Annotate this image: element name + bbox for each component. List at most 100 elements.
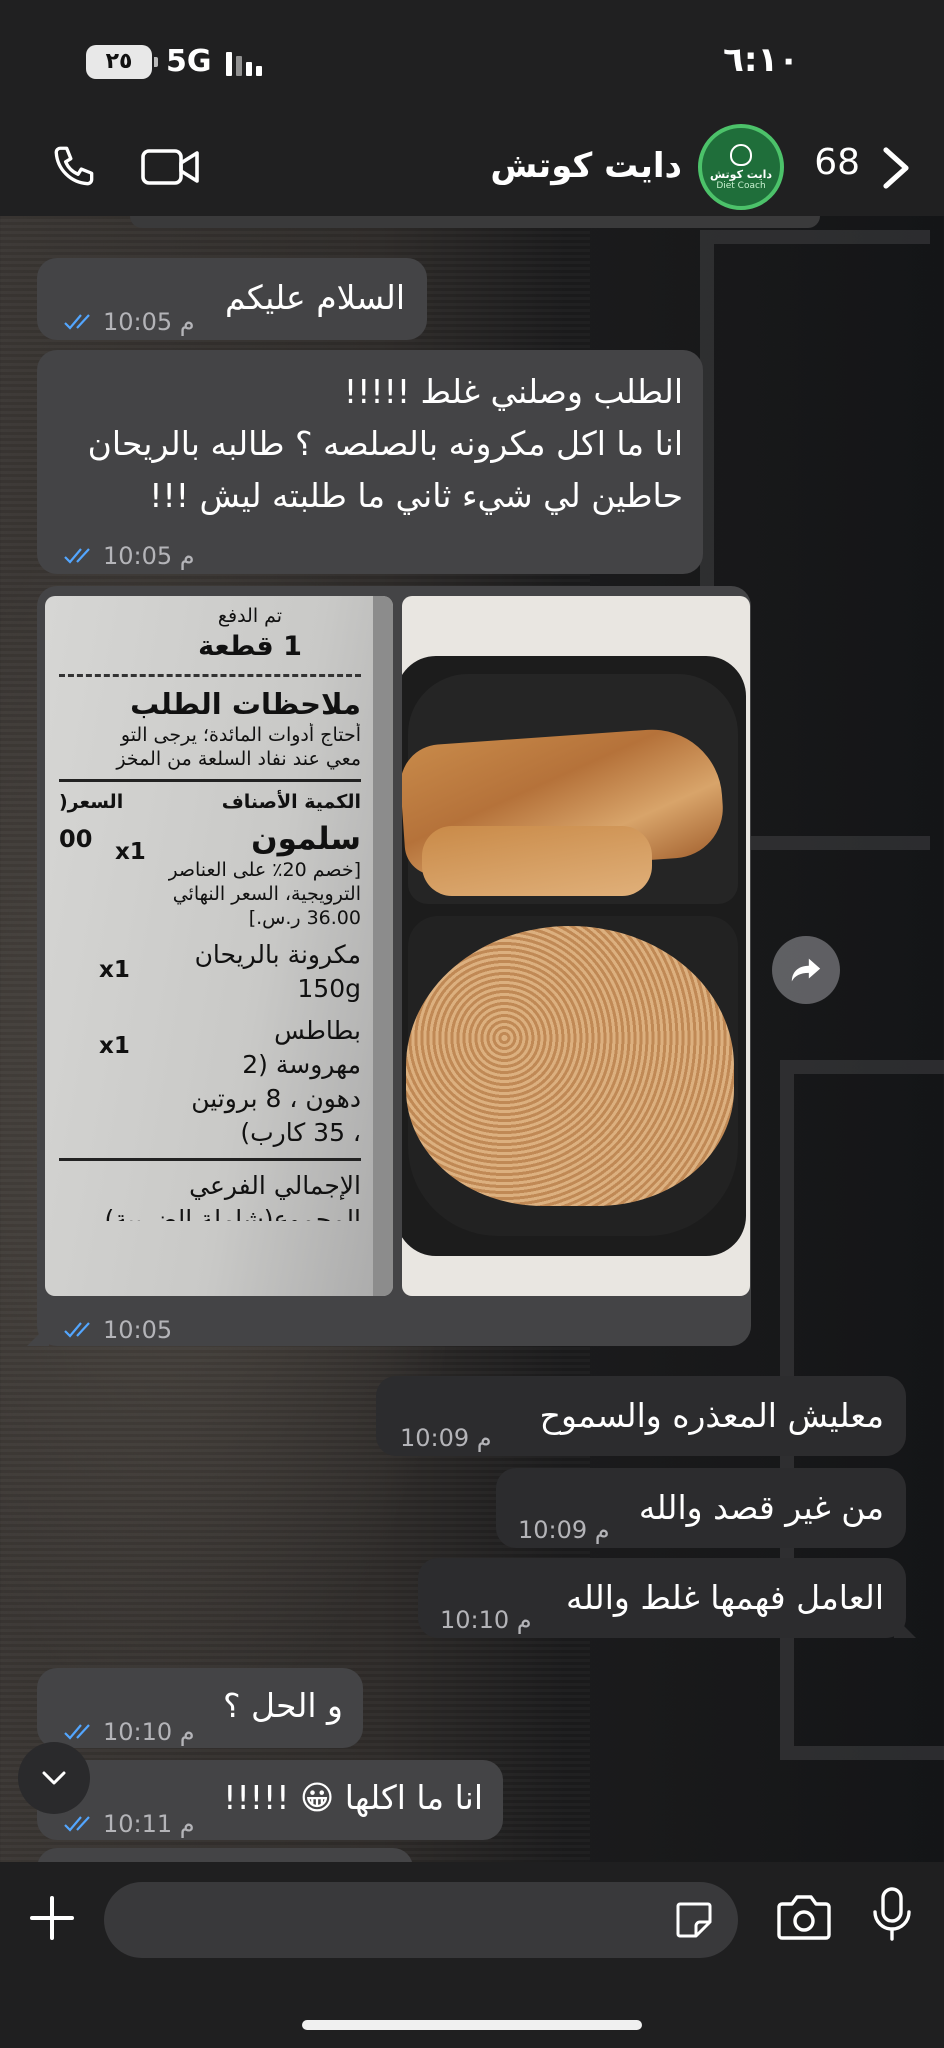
signal-icon: [225, 48, 262, 76]
food-photo[interactable]: [402, 596, 750, 1296]
home-indicator[interactable]: [302, 2020, 642, 2030]
read-ticks-icon: [64, 548, 90, 564]
receipt-notes-line: معي عند نفاد السلعة من المخز: [116, 748, 361, 770]
back-chevron-icon[interactable]: [876, 144, 916, 192]
message-time: 10:10 م: [103, 1718, 195, 1746]
message-text: من غير قصد والله: [638, 1488, 884, 1527]
receipt-item-name: مكرونة بالريحان: [194, 940, 361, 969]
message-input-container[interactable]: [104, 1882, 738, 1958]
receipt-divider: [59, 1158, 361, 1161]
contact-name[interactable]: دايت كوتش: [490, 146, 682, 186]
message-line: حاطين لي شيء ثاني ما طلبته ليش !!!: [149, 476, 683, 515]
message-time: 10:05 م: [103, 308, 195, 336]
receipt-item-name: سلمون: [251, 821, 361, 857]
photo-album-bubble[interactable]: تم الدفع 1 قطعة ملاحظات الطلب أحتاج أدوا…: [27, 586, 751, 1346]
message-time: 10:05 م: [103, 542, 195, 570]
share-icon[interactable]: [772, 936, 840, 1004]
message-text: معليش المعذره والسموح: [539, 1396, 884, 1435]
receipt-notes-line: أحتاج أدوات المائدة؛ يرجى التو: [120, 724, 361, 746]
battery-icon: ٢٥: [86, 44, 158, 79]
receipt-item-qty: x1: [99, 957, 130, 983]
receipt-item: مكرونة بالريحان 150g x1: [59, 938, 361, 1006]
message-text: و الحل ؟: [223, 1686, 343, 1725]
receipt-divider: [59, 674, 361, 677]
receipt-item-note: 36.00 ر.س.]: [248, 907, 361, 929]
chat-header: دايت كوتش دايت كوتش Diet Coach 68: [0, 120, 944, 216]
receipt-subtotal: الإجمالي الفرعي: [189, 1171, 361, 1200]
call-icon[interactable]: [48, 140, 102, 194]
message-meta: 10:05: [63, 1304, 172, 1356]
message-meta: 10:09 م: [400, 1412, 492, 1464]
read-ticks-icon: [64, 1724, 90, 1740]
status-bar: ٢٥ 5G ٦:١٠: [0, 0, 944, 120]
message-time: 10:10 م: [440, 1606, 532, 1634]
receipt-photo-background: [373, 596, 393, 1296]
chevron-down-icon[interactable]: [18, 1742, 90, 1814]
message-time: 10:11 م: [103, 1810, 195, 1838]
receipt-pieces: 1 قطعة: [198, 631, 302, 662]
video-icon[interactable]: [140, 140, 202, 194]
avatar-logo-subtext: Diet Coach: [716, 180, 766, 191]
receipt-item-name: دهون ، 8 بروتين: [191, 1084, 361, 1113]
message-text: انا ما اكلها 😀 !!!!!: [223, 1778, 483, 1817]
receipt-item-note: [خصم 20٪ على العناصر: [168, 859, 361, 881]
message-bubble-incoming[interactable]: السلام عليكم 10:05 م: [37, 258, 427, 340]
receipt-content: تم الدفع 1 قطعة ملاحظات الطلب أحتاج أدوا…: [45, 596, 375, 1296]
receipt-col-price: السعر(: [59, 791, 124, 813]
receipt-photo[interactable]: تم الدفع 1 قطعة ملاحظات الطلب أحتاج أدوا…: [45, 596, 393, 1296]
message-meta: 10:09 م: [518, 1504, 610, 1556]
receipt-paid: تم الدفع: [217, 605, 283, 627]
message-line: الطلب وصلني غلط !!!!!: [343, 372, 683, 411]
message-bubble-incoming[interactable]: الطلب وصلني غلط !!!!! انا ما اكل مكرونه …: [37, 350, 703, 574]
pinned-message-strip[interactable]: [130, 216, 820, 228]
receipt-item-name: بطاطس: [274, 1016, 361, 1045]
receipt-item: سلمون [خصم 20٪ على العناصر الترويجية، ال…: [59, 820, 361, 930]
avatar-logo-text: دايت كوتش: [710, 167, 772, 181]
unread-count[interactable]: 68: [814, 142, 860, 183]
salmon-fillet: [422, 826, 652, 896]
receipt-item-name: ، 35 كارب): [240, 1118, 361, 1147]
message-text: السلام عليكم: [224, 278, 405, 317]
message-time: 10:09 م: [518, 1516, 610, 1544]
plus-icon[interactable]: [26, 1892, 78, 1944]
receipt-item-size: 150g: [297, 974, 361, 1003]
message-meta: 10:05 م: [63, 296, 195, 348]
message-bubble-outgoing[interactable]: معليش المعذره والسموح 10:09 م: [376, 1376, 906, 1456]
mic-icon[interactable]: [870, 1886, 914, 1942]
message-line: انا ما اكل مكرونه بالصلصه ؟ طالبه بالريح…: [87, 424, 683, 463]
receipt-item-qty: x1: [99, 1033, 130, 1059]
message-meta: 10:05 م: [63, 530, 195, 582]
read-ticks-icon: [64, 1322, 90, 1338]
receipt-item-name: مهروسة (2: [242, 1050, 361, 1079]
status-indicators: ٢٥ 5G: [86, 44, 262, 79]
receipt-total: المجموع(شاملة الضريبة): [104, 1205, 361, 1221]
receipt-item-price: 00: [59, 825, 93, 853]
message-meta: 10:10 م: [440, 1594, 532, 1646]
receipt-notes-title: ملاحظات الطلب: [130, 687, 361, 721]
receipt-divider: [59, 779, 361, 782]
message-bubble-outgoing[interactable]: العامل فهمها غلط والله 10:10 م: [418, 1558, 916, 1638]
receipt-item-qty: x1: [114, 839, 146, 865]
message-bubble-outgoing[interactable]: من غير قصد والله 10:09 م: [496, 1468, 906, 1548]
message-text: الطلب وصلني غلط !!!!! انا ما اكل مكرونه …: [88, 366, 683, 522]
receipt-item-note: الترويجية، السعر النهائي: [172, 883, 361, 905]
avatar[interactable]: دايت كوتش Diet Coach: [698, 124, 784, 210]
camera-icon[interactable]: [776, 1892, 832, 1942]
receipt-item: بطاطس مهروسة (2 دهون ، 8 بروتين ، 35 كار…: [59, 1014, 361, 1150]
apple-logo-icon: [730, 143, 752, 166]
message-bubble-incoming[interactable]: انا ما اكلها 😀 !!!!! 10:11 م: [37, 1760, 503, 1840]
sticker-icon[interactable]: [674, 1900, 714, 1940]
message-time: 10:09 م: [400, 1424, 492, 1452]
message-time: 10:05: [103, 1316, 173, 1344]
pasta-with-sauce: [406, 926, 734, 1206]
message-input[interactable]: [128, 1882, 648, 1958]
receipt-column-headers: الكمية الأصناف السعر(: [59, 790, 361, 814]
message-text: العامل فهمها غلط والله: [566, 1578, 884, 1617]
receipt-col-qty-items: الكمية الأصناف: [221, 791, 361, 813]
read-ticks-icon: [64, 1816, 90, 1832]
message-bubble-incoming[interactable]: و الحل ؟ 10:10 م: [37, 1668, 363, 1748]
clock: ٦:١٠: [723, 40, 799, 80]
read-ticks-icon: [64, 314, 90, 330]
message-meta: 10:10 م: [63, 1706, 195, 1758]
network-type: 5G: [166, 44, 212, 79]
